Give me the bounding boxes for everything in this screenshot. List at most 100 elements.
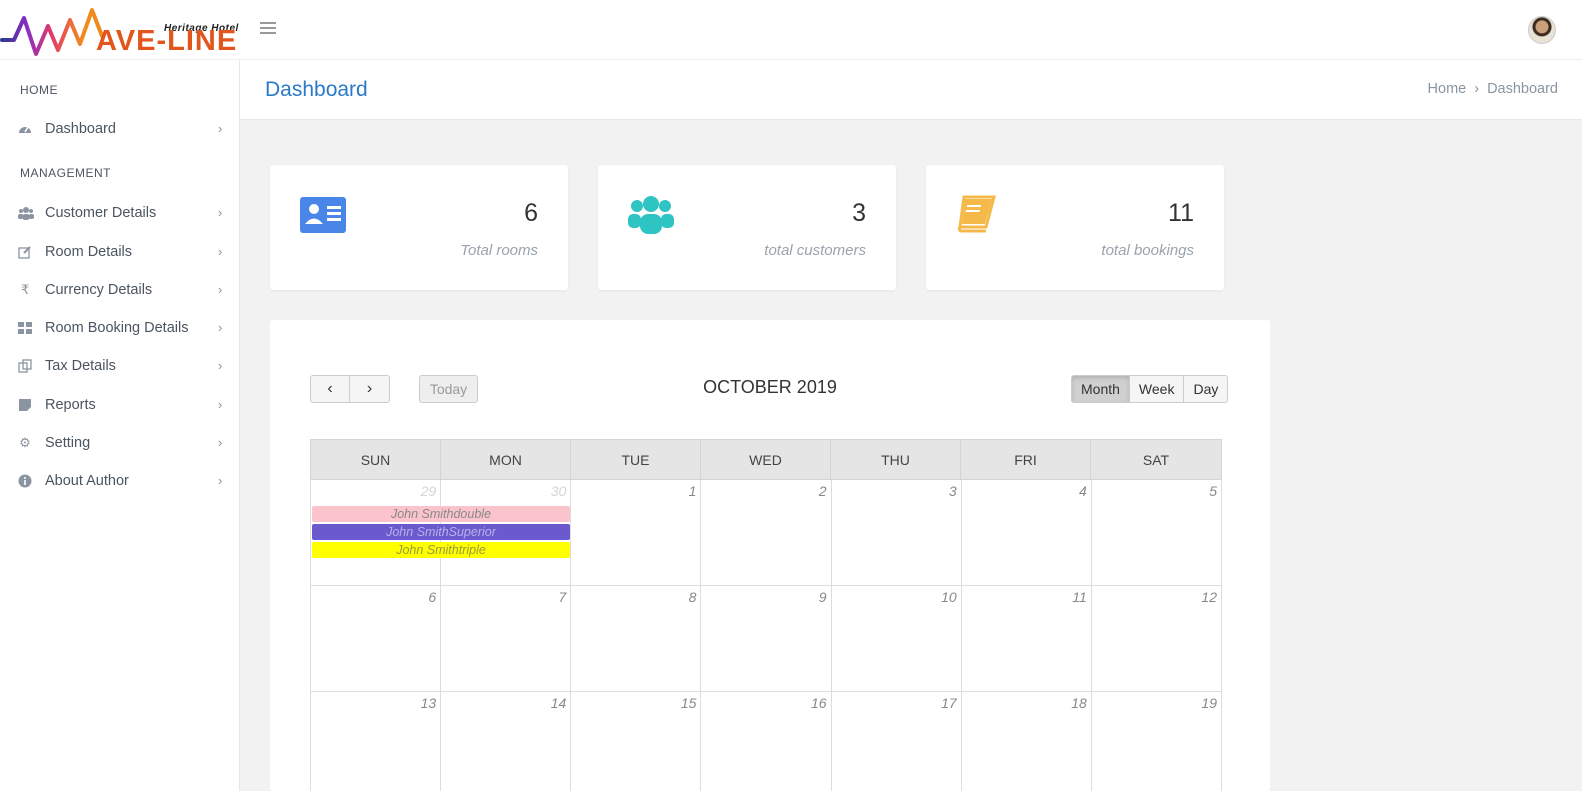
day-number: 30 [550, 483, 567, 499]
view-week-button[interactable]: Week [1129, 375, 1185, 403]
breadcrumb: Home › Dashboard [1428, 81, 1558, 97]
dow-fri: FRI [961, 440, 1091, 479]
breadcrumb-current: Dashboard [1487, 81, 1558, 97]
calendar-day[interactable]: 5 [1092, 480, 1222, 585]
view-month-button[interactable]: Month [1071, 375, 1130, 403]
sidebar-item-room-booking-details[interactable]: Room Booking Details › [0, 312, 240, 344]
calendar-day[interactable]: 12 [1092, 586, 1222, 691]
calendar-day[interactable]: 19 [1092, 692, 1222, 791]
next-month-button[interactable]: › [350, 375, 390, 403]
brand-name: AVE-LINE [96, 25, 238, 57]
breadcrumb-home-link[interactable]: Home [1428, 81, 1467, 97]
sidebar-item-reports[interactable]: Reports › [0, 389, 240, 421]
day-number: 9 [818, 589, 827, 605]
sidebar-item-label: Room Booking Details [45, 320, 189, 336]
dow-sat: SAT [1142, 452, 1170, 468]
calendar-day[interactable]: 6 [311, 586, 442, 691]
info-icon [18, 474, 32, 488]
calendar-week: 6 7 8 9 10 11 12 [310, 586, 1222, 692]
day-number: 4 [1079, 483, 1087, 499]
stat-caption: total bookings [1101, 242, 1194, 259]
dow-wed: WED [701, 440, 831, 479]
calendar-day[interactable]: 7 [441, 586, 572, 691]
calendar-nav: ‹ › [310, 375, 390, 403]
calendar-day[interactable]: 15 [571, 692, 702, 791]
stat-value: 11 [1168, 199, 1194, 227]
day-number: 1 [688, 483, 697, 499]
calendar-day[interactable]: 13 [311, 692, 442, 791]
day-number: 2 [818, 483, 827, 499]
users-icon [18, 206, 34, 220]
sidebar-item-room-details[interactable]: Room Details › [0, 236, 240, 268]
day-of-week-header: SUN MON TUE WED THU FRI SAT [310, 439, 1222, 480]
sidebar-item-label: Room Details [45, 244, 133, 260]
today-button[interactable]: Today [419, 375, 478, 403]
sidebar-item-dashboard[interactable]: Dashboard › [0, 113, 240, 145]
day-number: 16 [810, 695, 827, 711]
dow-mon: MON [441, 440, 571, 479]
avatar[interactable] [1528, 16, 1556, 44]
chevron-right-icon: › [218, 205, 223, 220]
sidebar-item-tax-details[interactable]: Tax Details › [0, 350, 240, 382]
day-number: 13 [420, 695, 437, 711]
calendar-title: OCTOBER 2019 [703, 377, 837, 397]
dashboard-icon [18, 122, 32, 136]
sidebar-item-label: Tax Details [45, 358, 116, 374]
sidebar-heading-home: HOME [20, 83, 58, 97]
gear-icon: ⚙ [19, 435, 31, 450]
rupee-icon: ₹ [20, 282, 30, 297]
chevron-right-icon: › [218, 121, 223, 136]
calendar-day[interactable]: 3 [832, 480, 962, 585]
day-number: 7 [558, 589, 567, 605]
calendar-event[interactable]: John SmithSuperior [312, 524, 570, 540]
day-number: 11 [1072, 589, 1087, 605]
menu-toggle-icon[interactable] [260, 22, 276, 36]
note-icon [18, 398, 32, 412]
sidebar-item-about-author[interactable]: About Author › [0, 465, 240, 497]
dow-sun: SUN [311, 440, 441, 479]
stat-value: 6 [524, 199, 538, 227]
stat-caption: total customers [764, 242, 866, 259]
stat-value: 3 [852, 199, 866, 227]
view-day-button[interactable]: Day [1184, 375, 1229, 403]
sidebar: HOME Dashboard › MANAGEMENT Customer Det… [0, 60, 240, 791]
sidebar-item-label: Setting [45, 435, 91, 451]
brand-logo[interactable]: Heritage Hotel AVE-LINE [0, 4, 240, 60]
calendar-day[interactable]: 14 [441, 692, 572, 791]
calendar-event[interactable]: John Smithtriple [312, 542, 570, 558]
sidebar-item-setting[interactable]: ⚙ Setting › [0, 427, 240, 459]
book-icon [956, 195, 1002, 233]
day-number: 18 [1071, 695, 1087, 711]
grid-icon [18, 321, 32, 335]
prev-month-button[interactable]: ‹ [310, 375, 350, 403]
calendar-day[interactable]: 1 [571, 480, 702, 585]
calendar-day[interactable]: 2 [701, 480, 832, 585]
calendar-day[interactable]: 17 [832, 692, 962, 791]
page-title: Dashboard [265, 78, 368, 101]
sidebar-item-label: Reports [45, 397, 96, 413]
id-card-icon [300, 197, 346, 233]
calendar-day[interactable]: 8 [571, 586, 702, 691]
calendar-day[interactable]: 10 [832, 586, 962, 691]
view-switcher: Month Week Day [1071, 375, 1229, 403]
calendar-day[interactable]: 11 [962, 586, 1092, 691]
chevron-right-icon: › [218, 435, 223, 450]
day-number: 12 [1201, 589, 1217, 605]
day-number: 19 [1201, 695, 1217, 711]
day-number: 10 [941, 589, 957, 605]
sidebar-item-label: Customer Details [45, 205, 157, 221]
calendar-day[interactable]: 18 [962, 692, 1092, 791]
sidebar-heading-management: MANAGEMENT [20, 166, 112, 180]
day-number: 14 [550, 695, 567, 711]
chevron-right-icon: › [1474, 81, 1480, 97]
sidebar-item-customer-details[interactable]: Customer Details › [0, 197, 240, 229]
calendar-day[interactable]: 9 [701, 586, 832, 691]
day-number: 29 [420, 483, 437, 499]
calendar-event[interactable]: John Smithdouble [312, 506, 570, 522]
sidebar-item-currency-details[interactable]: ₹ Currency Details › [0, 274, 240, 306]
day-number: 8 [688, 589, 697, 605]
calendar-day[interactable]: 4 [962, 480, 1092, 585]
stat-card-rooms: 6 Total rooms [270, 165, 568, 290]
calendar-day[interactable]: 16 [701, 692, 832, 791]
chevron-right-icon: › [218, 358, 223, 373]
